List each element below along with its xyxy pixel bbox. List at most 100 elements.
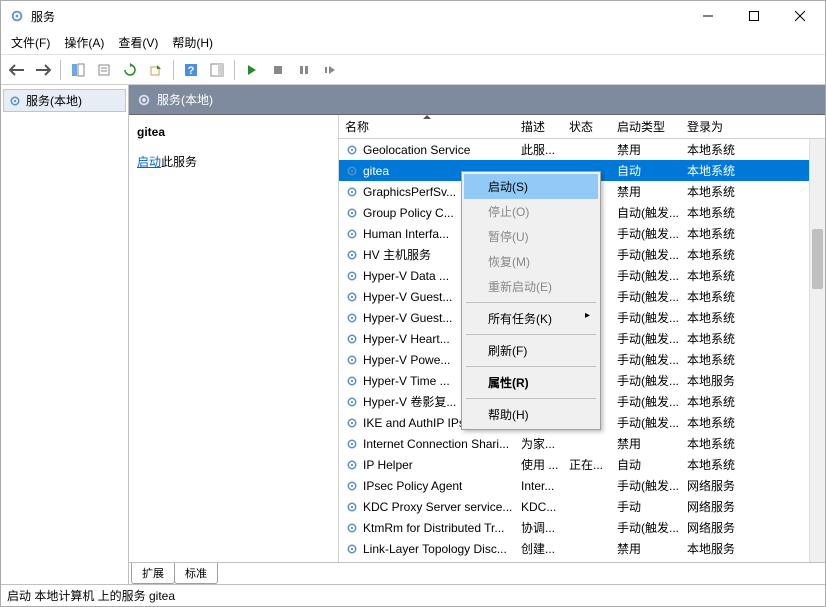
ctx-sep [466,366,596,367]
cell-status [563,433,611,454]
col-logon[interactable]: 登录为 [681,115,761,138]
cell-name: Link-Layer Topology Disc... [339,538,515,559]
close-button[interactable] [777,1,823,31]
cell-startup: 禁用 [611,433,681,454]
cell-logon: 本地系统 [681,139,761,160]
cell-startup: 禁用 [611,181,681,202]
ctx-alltasks[interactable]: 所有任务(K) [464,306,598,331]
app-icon [9,8,25,24]
table-row[interactable]: IP Helper使用 ...正在...自动本地系统 [339,454,825,475]
cell-startup: 自动 [611,454,681,475]
tab-extended[interactable]: 扩展 [131,563,175,584]
status-text: 启动 本地计算机 上的服务 gitea [7,587,175,604]
gear-icon [345,521,359,535]
gear-icon [137,93,151,107]
cell-desc: Inter... [515,475,563,496]
ctx-start[interactable]: 启动(S) [464,174,598,199]
ctx-sep [466,302,596,303]
ctx-properties[interactable]: 属性(R) [464,370,598,395]
nav-root-label: 服务(本地) [26,92,82,109]
col-name[interactable]: 名称 [339,115,515,138]
gear-icon [345,353,359,367]
show-hide-tree-button[interactable] [66,58,90,82]
menu-file[interactable]: 文件(F) [5,32,56,53]
export-button[interactable] [144,58,168,82]
cell-logon: 本地系统 [681,223,761,244]
cell-logon: 本地系统 [681,160,761,181]
scrollbar-thumb[interactable] [812,229,823,289]
cell-desc: 为家... [515,433,563,454]
table-row[interactable]: Link-Layer Topology Disc...创建...禁用本地服务 [339,538,825,559]
forward-button[interactable] [31,58,55,82]
maximize-button[interactable] [731,1,777,31]
gear-icon [345,395,359,409]
col-startup[interactable]: 启动类型 [611,115,681,138]
gear-icon [345,479,359,493]
gear-icon [345,290,359,304]
cell-name: KtmRm for Distributed Tr... [339,517,515,538]
ctx-refresh[interactable]: 刷新(F) [464,338,598,363]
action-pane-button[interactable] [205,58,229,82]
body: 服务(本地) 服务(本地) gitea 启动此服务 名称 描述 [1,85,825,584]
col-desc[interactable]: 描述 [515,115,563,138]
start-link[interactable]: 启动 [137,155,161,169]
cell-logon: 本地系统 [681,265,761,286]
gear-icon [345,374,359,388]
gear-icon [345,248,359,262]
ctx-pause: 暂停(U) [464,224,598,249]
cell-logon: 本地系统 [681,328,761,349]
nav-tree: 服务(本地) [1,85,129,584]
menu-view[interactable]: 查看(V) [112,32,164,53]
gear-icon [345,500,359,514]
gear-icon [345,143,359,157]
table-row[interactable]: Geolocation Service此服...禁用本地系统 [339,139,825,160]
cell-startup: 手动 [611,496,681,517]
cell-name: IP Helper [339,454,515,475]
pause-service-button[interactable] [292,58,316,82]
properties-button[interactable] [92,58,116,82]
details-action: 启动此服务 [137,153,330,170]
tab-standard[interactable]: 标准 [174,563,218,584]
svg-text:?: ? [188,65,195,77]
scrollbar[interactable] [809,139,825,562]
services-window: 服务 文件(F) 操作(A) 查看(V) 帮助(H) ? 服务(本地) [0,0,826,607]
menu-help[interactable]: 帮助(H) [166,32,219,53]
ctx-help[interactable]: 帮助(H) [464,402,598,427]
titlebar: 服务 [1,1,825,31]
start-service-button[interactable] [240,58,264,82]
table-row[interactable]: Internet Connection Shari...为家...禁用本地系统 [339,433,825,454]
help-button[interactable]: ? [179,58,203,82]
nav-root[interactable]: 服务(本地) [3,89,126,112]
table-row[interactable]: KDC Proxy Server service...KDC...手动网络服务 [339,496,825,517]
gear-icon [345,332,359,346]
table-row[interactable]: KtmRm for Distributed Tr...协调...手动(触发...… [339,517,825,538]
back-button[interactable] [5,58,29,82]
cell-logon: 本地服务 [681,370,761,391]
statusbar: 启动 本地计算机 上的服务 gitea [1,584,825,606]
gear-icon [8,94,22,108]
refresh-button[interactable] [118,58,142,82]
cell-logon: 本地系统 [681,244,761,265]
menu-action[interactable]: 操作(A) [58,32,110,53]
cell-startup: 手动(触发... [611,391,681,412]
content-header: 服务(本地) [129,85,825,115]
minimize-button[interactable] [685,1,731,31]
ctx-restart: 重新启动(E) [464,274,598,299]
cell-logon: 本地系统 [681,181,761,202]
cell-logon: 网络服务 [681,475,761,496]
cell-logon: 本地系统 [681,202,761,223]
ctx-sep [466,398,596,399]
restart-service-button[interactable] [318,58,342,82]
gear-icon [345,206,359,220]
ctx-sep [466,334,596,335]
stop-service-button[interactable] [266,58,290,82]
cell-status [563,496,611,517]
cell-status [563,517,611,538]
cell-name: Geolocation Service [339,139,515,160]
table-row[interactable]: IPsec Policy AgentInter...手动(触发...网络服务 [339,475,825,496]
gear-icon [345,269,359,283]
col-status[interactable]: 状态 [563,115,611,138]
cell-startup: 手动(触发... [611,412,681,433]
window-title: 服务 [31,8,685,25]
menubar: 文件(F) 操作(A) 查看(V) 帮助(H) [1,31,825,55]
